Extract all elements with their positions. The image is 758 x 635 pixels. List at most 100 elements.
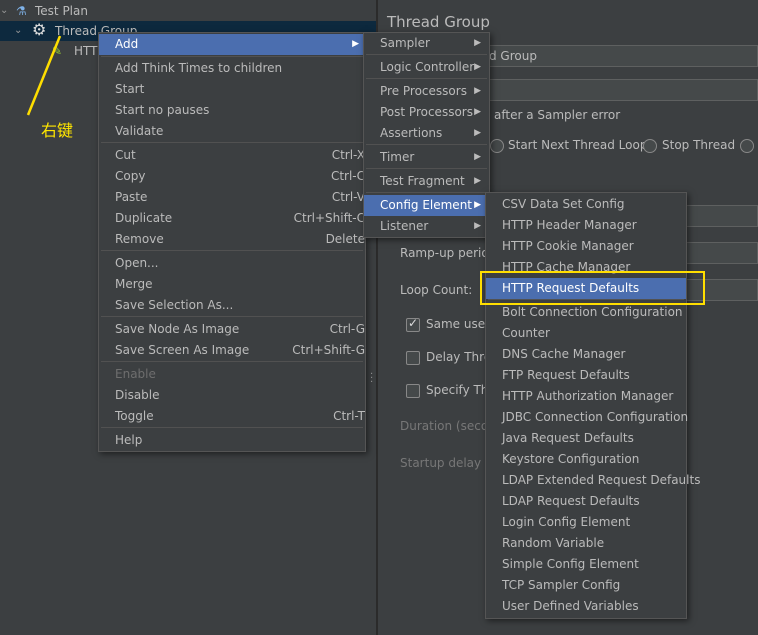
menu-item-label: Help	[115, 433, 143, 447]
menu-item-copy[interactable]: Copy Ctrl-C	[99, 166, 365, 187]
submenu-item-pre-processors[interactable]: Pre Processors ▶	[364, 81, 489, 102]
chevron-right-icon: ▶	[474, 86, 481, 96]
menu-item-label: Add Think Times to children	[115, 61, 283, 75]
menu-separator	[366, 192, 487, 193]
menu-item-cut[interactable]: Cut Ctrl-X	[99, 145, 365, 166]
chevron-right-icon: ▶	[474, 62, 481, 72]
menu-item-duplicate[interactable]: Duplicate Ctrl+Shift-C	[99, 208, 365, 229]
tree-node-test-plan[interactable]: ⌄ ⚗ Test Plan	[0, 1, 376, 21]
radio-next-loop-label[interactable]: Start Next Thread Loop	[508, 138, 647, 152]
drag-handle-icon[interactable]: · · ·	[370, 370, 373, 388]
submenu-item-test-fragment[interactable]: Test Fragment ▶	[364, 171, 489, 192]
menu-item-label: LDAP Extended Request Defaults	[502, 473, 701, 487]
shortcut-label: Ctrl-X	[331, 148, 365, 162]
duration-label: Duration (secon	[400, 419, 496, 433]
menu-item-label: HTTP Cookie Manager	[502, 239, 634, 253]
radio-stop-thread-label[interactable]: Stop Thread	[662, 138, 735, 152]
menu-item-label: Sampler	[380, 36, 430, 50]
delay-thread-checkbox[interactable]	[406, 351, 420, 365]
config-item-simple-config-element[interactable]: Simple Config Element	[486, 554, 686, 575]
menu-item-label: Save Node As Image	[115, 322, 240, 336]
config-item-http-authorization-manager[interactable]: HTTP Authorization Manager	[486, 386, 686, 407]
specify-thread-checkbox[interactable]	[406, 384, 420, 398]
menu-item-add[interactable]: Add ▶	[99, 34, 365, 55]
ramp-up-field[interactable]	[678, 242, 758, 264]
config-item-dns-cache-manager[interactable]: DNS Cache Manager	[486, 344, 686, 365]
threads-field[interactable]	[678, 205, 758, 227]
config-item-http-header-manager[interactable]: HTTP Header Manager	[486, 215, 686, 236]
menu-item-label: Enable	[115, 367, 156, 381]
menu-item-toggle[interactable]: Toggle Ctrl-T	[99, 406, 365, 427]
highlight-box	[480, 271, 705, 305]
shortcut-label: Ctrl+Shift-G	[292, 343, 365, 357]
radio-continue[interactable]	[490, 139, 504, 153]
menu-item-label: Start	[115, 82, 145, 96]
menu-item-label: Bolt Connection Configuration	[502, 305, 683, 319]
same-user-checkbox[interactable]	[406, 316, 420, 332]
config-item-http-cookie-manager[interactable]: HTTP Cookie Manager	[486, 236, 686, 257]
menu-item-label: CSV Data Set Config	[502, 197, 625, 211]
menu-item-label: Cut	[115, 148, 136, 162]
chevron-down-icon[interactable]: ⌄	[0, 1, 8, 21]
menu-item-help[interactable]: Help	[99, 430, 365, 451]
shortcut-label: Ctrl-G	[329, 322, 365, 336]
submenu-item-sampler[interactable]: Sampler ▶	[364, 33, 489, 54]
shortcut-label: Ctrl-V	[331, 190, 365, 204]
menu-separator	[366, 168, 487, 169]
menu-item-paste[interactable]: Paste Ctrl-V	[99, 187, 365, 208]
menu-item-open[interactable]: Open...	[99, 253, 365, 274]
radio-stop-thread[interactable]	[643, 139, 657, 153]
config-item-ftp-request-defaults[interactable]: FTP Request Defaults	[486, 365, 686, 386]
menu-item-label: JDBC Connection Configuration	[502, 410, 689, 424]
menu-item-start-no-pauses[interactable]: Start no pauses	[99, 100, 365, 121]
config-item-keystore-configuration[interactable]: Keystore Configuration	[486, 449, 686, 470]
chevron-right-icon: ▶	[352, 39, 359, 49]
menu-item-save-screen-as-image[interactable]: Save Screen As Image Ctrl+Shift-G	[99, 340, 365, 361]
submenu-item-assertions[interactable]: Assertions ▶	[364, 123, 489, 144]
config-item-jdbc-connection-configuration[interactable]: JDBC Connection Configuration	[486, 407, 689, 428]
config-item-random-variable[interactable]: Random Variable	[486, 533, 686, 554]
menu-item-save-selection-as[interactable]: Save Selection As...	[99, 295, 365, 316]
config-item-ldap-request-defaults[interactable]: LDAP Request Defaults	[486, 491, 686, 512]
menu-item-label: Timer	[380, 150, 415, 164]
submenu-item-logic-controller[interactable]: Logic Controller ▶	[364, 57, 489, 78]
chevron-right-icon: ▶	[474, 107, 481, 117]
chevron-right-icon: ▶	[474, 221, 481, 231]
menu-separator	[101, 250, 363, 251]
chevron-right-icon: ▶	[474, 176, 481, 186]
config-item-csv-data-set-config[interactable]: CSV Data Set Config	[486, 194, 686, 215]
submenu-item-timer[interactable]: Timer ▶	[364, 147, 489, 168]
menu-item-label: Java Request Defaults	[502, 431, 634, 445]
menu-item-validate[interactable]: Validate	[99, 121, 365, 142]
menu-separator	[101, 142, 363, 143]
menu-item-add-think-times-to-children[interactable]: Add Think Times to children	[99, 58, 365, 79]
menu-item-start[interactable]: Start	[99, 79, 365, 100]
submenu-item-config-element[interactable]: Config Element ▶	[364, 195, 489, 216]
submenu-item-listener[interactable]: Listener ▶	[364, 216, 489, 237]
menu-item-merge[interactable]: Merge	[99, 274, 365, 295]
menu-item-label: Merge	[115, 277, 153, 291]
menu-item-label: Paste	[115, 190, 148, 204]
menu-item-label: HTTP Authorization Manager	[502, 389, 674, 403]
menu-item-label: Logic Controller	[380, 60, 475, 74]
config-item-java-request-defaults[interactable]: Java Request Defaults	[486, 428, 686, 449]
sampler-error-label: after a Sampler error	[494, 108, 621, 122]
menu-item-label: HTTP Header Manager	[502, 218, 637, 232]
menu-item-label: Counter	[502, 326, 550, 340]
chevron-right-icon: ▶	[474, 152, 481, 162]
config-item-bolt-connection-configuration[interactable]: Bolt Connection Configuration	[486, 302, 686, 323]
menu-item-remove[interactable]: Remove Delete	[99, 229, 365, 250]
config-item-tcp-sampler-config[interactable]: TCP Sampler Config	[486, 575, 686, 596]
radio-stop-test[interactable]	[740, 139, 754, 153]
menu-item-label: Copy	[115, 169, 146, 183]
config-item-user-defined-variables[interactable]: User Defined Variables	[486, 596, 686, 617]
menu-item-label: Open...	[115, 256, 159, 270]
config-item-ldap-extended-request-defaults[interactable]: LDAP Extended Request Defaults	[486, 470, 700, 491]
config-item-counter[interactable]: Counter	[486, 323, 686, 344]
submenu-item-post-processors[interactable]: Post Processors ▶	[364, 102, 489, 123]
context-menu: Add ▶ Add Think Times to children Start Star…	[98, 32, 366, 452]
specify-thread-label: Specify Thr	[426, 383, 494, 397]
menu-item-save-node-as-image[interactable]: Save Node As Image Ctrl-G	[99, 319, 365, 340]
config-item-login-config-element[interactable]: Login Config Element	[486, 512, 686, 533]
menu-item-disable[interactable]: Disable	[99, 385, 365, 406]
